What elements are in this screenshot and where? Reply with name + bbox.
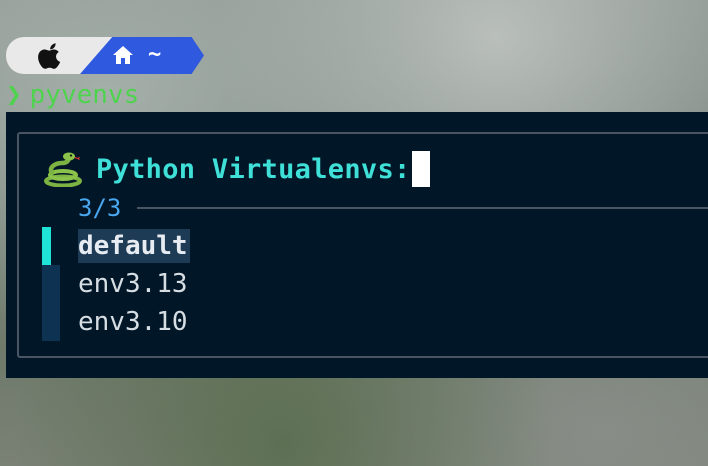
list-item-env3-10[interactable]: env3.10 <box>42 303 190 341</box>
list-item-label: env3.10 <box>78 307 188 337</box>
current-directory: ~ <box>148 42 162 67</box>
list-item-label: env3.13 <box>78 269 188 299</box>
snake-icon <box>44 152 82 187</box>
list-item-default[interactable]: default <box>42 227 190 265</box>
selection-marker <box>42 227 51 265</box>
prompt-powerline: ~ <box>6 37 206 74</box>
command-text: pyvenvs <box>29 80 140 110</box>
virtualenv-list: default env3.13 env3.10 <box>42 227 190 341</box>
virtualenv-picker: Python Virtualenvs: 3/3 default env3.13 … <box>6 112 708 378</box>
text-cursor[interactable] <box>411 151 430 187</box>
home-icon <box>113 46 133 64</box>
counter-divider <box>137 207 708 209</box>
prompt-arrow-icon: ❯ <box>6 80 22 110</box>
picker-counter-row: 3/3 <box>78 192 708 224</box>
match-counter: 3/3 <box>78 194 122 222</box>
picker-header: Python Virtualenvs: <box>42 150 430 188</box>
item-gutter <box>42 265 60 303</box>
command-line: ❯ pyvenvs <box>6 80 139 110</box>
apple-icon <box>38 43 61 69</box>
item-gutter <box>42 303 60 341</box>
list-item-env3-13[interactable]: env3.13 <box>42 265 190 303</box>
picker-title: Python Virtualenvs: <box>96 153 411 185</box>
list-item-label: default <box>78 229 190 263</box>
